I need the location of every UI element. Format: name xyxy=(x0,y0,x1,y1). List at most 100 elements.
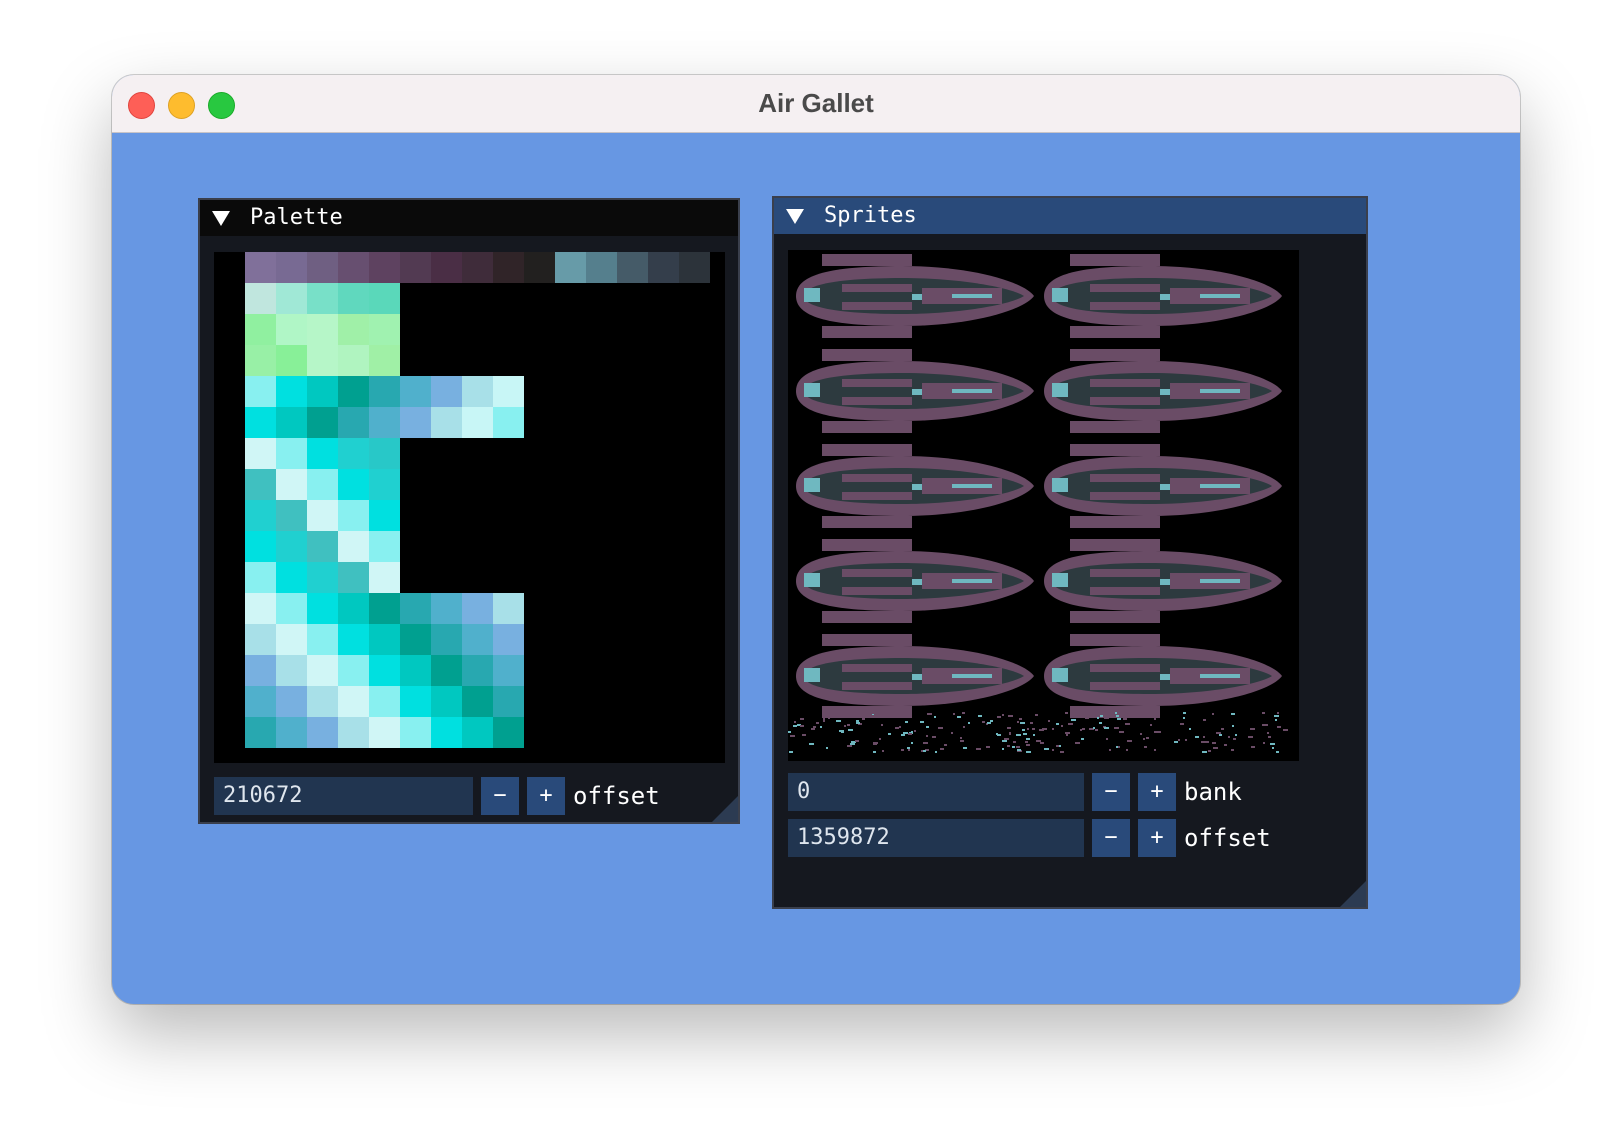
palette-swatch[interactable] xyxy=(400,717,431,748)
palette-swatch[interactable] xyxy=(369,438,400,469)
palette-swatch[interactable] xyxy=(307,562,338,593)
palette-swatch[interactable] xyxy=(276,686,307,717)
palette-swatch[interactable] xyxy=(307,376,338,407)
palette-swatch[interactable] xyxy=(400,252,431,283)
palette-swatch[interactable] xyxy=(369,376,400,407)
palette-swatch[interactable] xyxy=(276,376,307,407)
sprite-sheet[interactable] xyxy=(788,250,1299,761)
palette-swatch[interactable] xyxy=(245,345,276,376)
palette-swatch[interactable] xyxy=(338,562,369,593)
palette-swatch[interactable] xyxy=(462,717,493,748)
palette-swatch[interactable] xyxy=(307,500,338,531)
palette-swatch[interactable] xyxy=(245,655,276,686)
palette-swatch[interactable] xyxy=(245,562,276,593)
palette-swatch[interactable] xyxy=(307,624,338,655)
palette-swatch[interactable] xyxy=(245,376,276,407)
bank-decrement-button[interactable]: − xyxy=(1092,773,1130,811)
palette-swatch[interactable] xyxy=(369,283,400,314)
palette-swatch[interactable] xyxy=(276,252,307,283)
palette-swatch[interactable] xyxy=(369,686,400,717)
palette-swatch[interactable] xyxy=(338,500,369,531)
palette-swatch-grid[interactable] xyxy=(214,252,725,763)
palette-swatch[interactable] xyxy=(338,407,369,438)
palette-swatch[interactable] xyxy=(431,686,462,717)
palette-swatch[interactable] xyxy=(338,314,369,345)
palette-swatch[interactable] xyxy=(369,624,400,655)
palette-swatch[interactable] xyxy=(338,686,369,717)
palette-swatch[interactable] xyxy=(276,283,307,314)
collapse-triangle-icon[interactable] xyxy=(212,211,230,226)
palette-swatch[interactable] xyxy=(307,469,338,500)
palette-swatch[interactable] xyxy=(431,407,462,438)
palette-swatch[interactable] xyxy=(245,624,276,655)
palette-swatch[interactable] xyxy=(462,655,493,686)
palette-swatch[interactable] xyxy=(245,438,276,469)
palette-offset-increment-button[interactable]: + xyxy=(527,777,565,815)
palette-swatch[interactable] xyxy=(431,376,462,407)
palette-swatch[interactable] xyxy=(400,686,431,717)
palette-swatch[interactable] xyxy=(400,407,431,438)
palette-swatch[interactable] xyxy=(369,531,400,562)
sprites-panel-header[interactable]: Sprites xyxy=(774,198,1366,234)
palette-swatch[interactable] xyxy=(400,593,431,624)
bank-increment-button[interactable]: + xyxy=(1138,773,1176,811)
palette-swatch[interactable] xyxy=(338,376,369,407)
palette-swatch[interactable] xyxy=(307,686,338,717)
palette-swatch[interactable] xyxy=(493,655,524,686)
palette-swatch[interactable] xyxy=(276,407,307,438)
palette-swatch[interactable] xyxy=(338,283,369,314)
palette-swatch[interactable] xyxy=(462,407,493,438)
palette-swatch[interactable] xyxy=(493,407,524,438)
palette-swatch[interactable] xyxy=(276,562,307,593)
palette-swatch[interactable] xyxy=(338,593,369,624)
palette-swatch[interactable] xyxy=(307,252,338,283)
palette-swatch[interactable] xyxy=(648,252,679,283)
palette-swatch[interactable] xyxy=(431,252,462,283)
palette-swatch[interactable] xyxy=(369,593,400,624)
palette-swatch[interactable] xyxy=(307,407,338,438)
palette-swatch[interactable] xyxy=(245,407,276,438)
palette-swatch[interactable] xyxy=(276,531,307,562)
palette-swatch[interactable] xyxy=(400,624,431,655)
palette-swatch[interactable] xyxy=(493,624,524,655)
palette-swatch[interactable] xyxy=(276,345,307,376)
palette-swatch[interactable] xyxy=(307,655,338,686)
palette-swatch[interactable] xyxy=(493,717,524,748)
palette-swatch[interactable] xyxy=(338,624,369,655)
palette-swatch[interactable] xyxy=(369,655,400,686)
sprite-offset-decrement-button[interactable]: − xyxy=(1092,819,1130,857)
palette-swatch[interactable] xyxy=(431,624,462,655)
palette-swatch[interactable] xyxy=(276,717,307,748)
palette-swatch[interactable] xyxy=(586,252,617,283)
palette-swatch[interactable] xyxy=(369,469,400,500)
palette-swatch[interactable] xyxy=(493,376,524,407)
palette-canvas[interactable] xyxy=(214,252,725,763)
palette-swatch[interactable] xyxy=(307,345,338,376)
palette-swatch[interactable] xyxy=(369,500,400,531)
palette-swatch[interactable] xyxy=(338,345,369,376)
palette-swatch[interactable] xyxy=(462,376,493,407)
palette-swatch[interactable] xyxy=(276,438,307,469)
palette-swatch[interactable] xyxy=(276,655,307,686)
palette-swatch[interactable] xyxy=(400,655,431,686)
sprite-offset-input[interactable]: 1359872 xyxy=(788,819,1084,857)
palette-swatch[interactable] xyxy=(431,717,462,748)
palette-swatch[interactable] xyxy=(338,655,369,686)
palette-swatch[interactable] xyxy=(555,252,586,283)
palette-swatch[interactable] xyxy=(338,252,369,283)
palette-swatch[interactable] xyxy=(338,531,369,562)
palette-swatch[interactable] xyxy=(245,252,276,283)
palette-swatch[interactable] xyxy=(431,593,462,624)
palette-swatch[interactable] xyxy=(338,717,369,748)
palette-swatch[interactable] xyxy=(369,562,400,593)
palette-swatch[interactable] xyxy=(276,593,307,624)
palette-swatch[interactable] xyxy=(245,717,276,748)
palette-swatch[interactable] xyxy=(462,593,493,624)
palette-panel-header[interactable]: Palette xyxy=(200,200,738,236)
palette-swatch[interactable] xyxy=(462,252,493,283)
palette-swatch[interactable] xyxy=(276,624,307,655)
palette-swatch[interactable] xyxy=(369,717,400,748)
palette-swatch[interactable] xyxy=(369,252,400,283)
palette-swatch[interactable] xyxy=(276,500,307,531)
palette-swatch[interactable] xyxy=(493,593,524,624)
